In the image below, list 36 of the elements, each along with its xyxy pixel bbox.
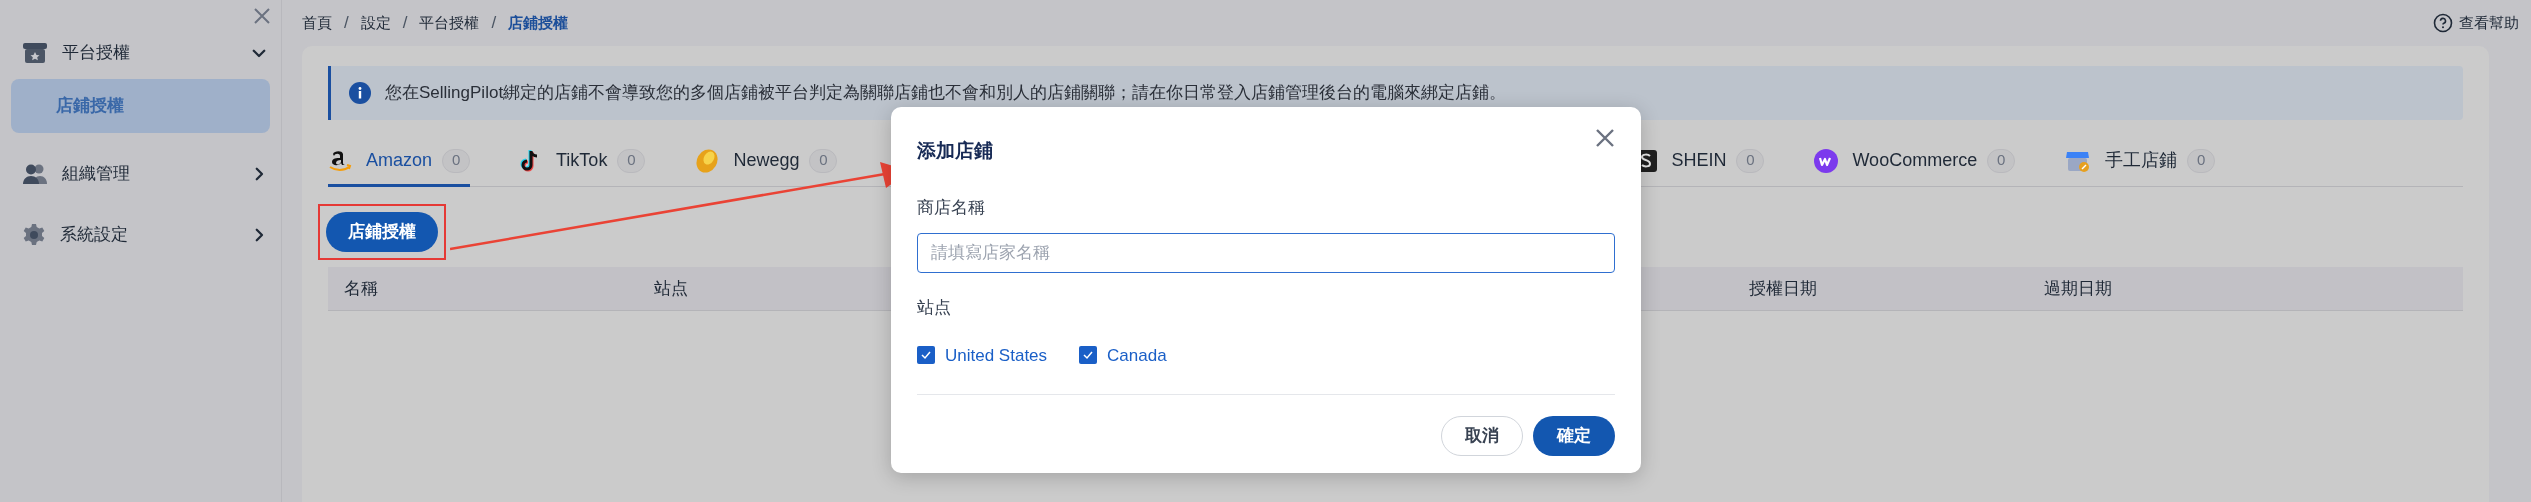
- notice-text: 您在SellingPilot綁定的店鋪不會導致您的多個店鋪被平台判定為關聯店鋪也不會和別人的店鋪關聯；請在你日常登入店鋪管理後台的電腦來綁定店鋪。: [385, 82, 1507, 105]
- breadcrumb-separator: /: [402, 12, 408, 35]
- breadcrumb-separator: /: [344, 12, 349, 35]
- count-badge: 0: [2187, 148, 2216, 173]
- breadcrumb-separator: /: [491, 12, 497, 35]
- store-name-field[interactable]: 請填寫店家名稱: [917, 233, 1615, 273]
- confirm-button[interactable]: 確定: [1533, 416, 1615, 456]
- column-header: 過期日期: [2044, 277, 2113, 300]
- count-badge: 0: [1987, 148, 2016, 173]
- breadcrumb-link[interactable]: 設定: [360, 11, 391, 35]
- help-link[interactable]: 查看幫助: [2433, 11, 2519, 35]
- dialog-title: 添加店鋪: [917, 139, 994, 163]
- column-header: 名稱: [344, 277, 379, 300]
- column-header: 站点: [654, 277, 689, 300]
- breadcrumb-link[interactable]: 平台授權: [419, 11, 480, 35]
- count-badge: 0: [617, 148, 646, 173]
- sidebar-item[interactable]: 組織管理: [11, 155, 270, 193]
- platform-tab[interactable]: 手工店鋪 0: [2065, 141, 2216, 187]
- sidebar-item[interactable]: 系統設定: [11, 216, 270, 254]
- field-label: 商店名稱: [917, 196, 986, 219]
- site-option[interactable]: United States: [945, 342, 1048, 368]
- platform-tab[interactable]: WooCommerce 0: [1814, 141, 2016, 187]
- count-badge: 0: [1736, 148, 1765, 173]
- authorize-button[interactable]: 店鋪授權: [326, 212, 438, 252]
- site-option[interactable]: Canada: [1107, 342, 1167, 368]
- platform-tab[interactable]: Amazon 0: [328, 141, 471, 187]
- cancel-button[interactable]: 取消: [1441, 416, 1523, 456]
- platform-tab[interactable]: TikTok 0: [520, 141, 646, 187]
- breadcrumb-link[interactable]: 店鋪授權: [508, 11, 569, 35]
- breadcrumb-link[interactable]: 首頁: [302, 11, 332, 35]
- field-label: 站点: [917, 297, 952, 319]
- count-badge: 0: [442, 148, 471, 173]
- platform-tab[interactable]: Newegg 0: [695, 141, 838, 187]
- sidebar-item[interactable]: 平台授權: [11, 34, 270, 72]
- count-badge: 0: [809, 148, 838, 173]
- column-header: 授權日期: [1749, 277, 1818, 300]
